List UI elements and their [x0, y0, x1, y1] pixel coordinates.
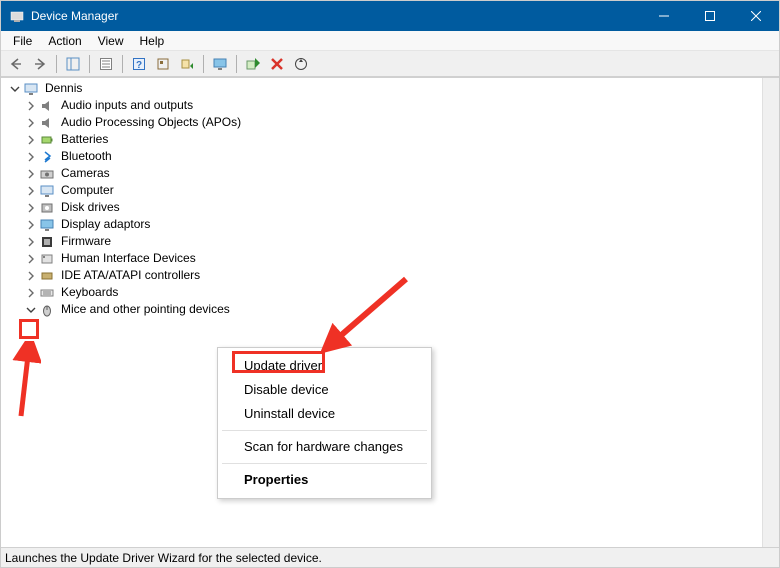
battery-icon	[39, 132, 55, 148]
device-manager-icon	[9, 8, 25, 24]
menubar: File Action View Help	[1, 31, 779, 51]
properties-button[interactable]	[95, 53, 117, 75]
uninstall-device-button[interactable]	[266, 53, 288, 75]
chevron-right-icon[interactable]	[23, 251, 39, 267]
tree-category-label: Display adaptors	[59, 216, 152, 233]
tree-category-label: Audio inputs and outputs	[59, 97, 195, 114]
status-bar: Launches the Update Driver Wizard for th…	[1, 547, 779, 567]
nav-forward-button[interactable]	[29, 53, 51, 75]
tree-category-label: Audio Processing Objects (APOs)	[59, 114, 243, 131]
computer-icon	[23, 81, 39, 97]
tree-category-9[interactable]: Human Interface Devices	[5, 250, 779, 267]
chevron-right-icon[interactable]	[23, 285, 39, 301]
chevron-right-icon[interactable]	[23, 166, 39, 182]
window-title: Device Manager	[31, 9, 118, 23]
maximize-button[interactable]	[687, 1, 733, 31]
tree-category-10[interactable]: IDE ATA/ATAPI controllers	[5, 267, 779, 284]
menu-action[interactable]: Action	[40, 32, 89, 50]
display-icon	[39, 217, 55, 233]
minimize-button[interactable]	[641, 1, 687, 31]
show-hide-console-tree-button[interactable]	[62, 53, 84, 75]
svg-text:?: ?	[136, 60, 142, 71]
tree-category-label: Human Interface Devices	[59, 250, 198, 267]
camera-icon	[39, 166, 55, 182]
mouse-icon	[39, 302, 55, 318]
tree-category-7[interactable]: Display adaptors	[5, 216, 779, 233]
ctx-update-driver[interactable]: Update driver	[220, 354, 429, 378]
ctx-uninstall-device[interactable]: Uninstall device	[220, 402, 429, 426]
ctx-separator-1	[222, 430, 427, 431]
disk-icon	[39, 200, 55, 216]
computer-icon	[39, 183, 55, 199]
tree-category-2[interactable]: Batteries	[5, 131, 779, 148]
tree-category-11[interactable]: Keyboards	[5, 284, 779, 301]
help-button[interactable]: ?	[128, 53, 150, 75]
chevron-right-icon[interactable]	[23, 183, 39, 199]
tree-category-6[interactable]: Disk drives	[5, 199, 779, 216]
tree-category-label: Firmware	[59, 233, 113, 250]
tree-root-label: Dennis	[43, 80, 84, 97]
audio-icon	[39, 115, 55, 131]
keyboard-icon	[39, 285, 55, 301]
tree-category-label: Bluetooth	[59, 148, 114, 165]
bluetooth-icon	[39, 149, 55, 165]
nav-back-button[interactable]	[5, 53, 27, 75]
tree-category-label: Computer	[59, 182, 116, 199]
chevron-right-icon[interactable]	[23, 268, 39, 284]
device-tree[interactable]: DennisAudio inputs and outputsAudio Proc…	[1, 78, 779, 320]
enable-device-button[interactable]	[242, 53, 264, 75]
ctx-separator-2	[222, 463, 427, 464]
tree-category-12[interactable]: Mice and other pointing devices	[5, 301, 779, 318]
tree-category-5[interactable]: Computer	[5, 182, 779, 199]
firmware-icon	[39, 234, 55, 250]
tree-category-label: Keyboards	[59, 284, 120, 301]
chevron-down-icon[interactable]	[23, 302, 39, 318]
titlebar: Device Manager	[1, 1, 779, 31]
chevron-right-icon[interactable]	[23, 115, 39, 131]
tree-category-1[interactable]: Audio Processing Objects (APOs)	[5, 114, 779, 131]
scan-hardware-button[interactable]	[290, 53, 312, 75]
update-driver-button[interactable]	[176, 53, 198, 75]
tree-category-label: Mice and other pointing devices	[59, 301, 232, 318]
ide-icon	[39, 268, 55, 284]
tree-root-node[interactable]: Dennis	[5, 80, 779, 97]
chevron-right-icon[interactable]	[23, 132, 39, 148]
chevron-right-icon[interactable]	[23, 149, 39, 165]
audio-icon	[39, 98, 55, 114]
chevron-down-icon[interactable]	[7, 81, 23, 97]
toolbar: ?	[1, 51, 779, 77]
chevron-right-icon[interactable]	[23, 200, 39, 216]
tree-category-label: Cameras	[59, 165, 112, 182]
ctx-properties[interactable]: Properties	[220, 468, 429, 492]
menu-help[interactable]: Help	[132, 32, 173, 50]
close-button[interactable]	[733, 1, 779, 31]
chevron-right-icon[interactable]	[23, 217, 39, 233]
tree-category-4[interactable]: Cameras	[5, 165, 779, 182]
menu-file[interactable]: File	[5, 32, 40, 50]
monitor-action-button[interactable]	[209, 53, 231, 75]
tree-category-label: Disk drives	[59, 199, 122, 216]
action-1-button[interactable]	[152, 53, 174, 75]
tree-category-label: Batteries	[59, 131, 110, 148]
hid-icon	[39, 251, 55, 267]
tree-category-3[interactable]: Bluetooth	[5, 148, 779, 165]
ctx-scan-hardware[interactable]: Scan for hardware changes	[220, 435, 429, 459]
chevron-right-icon[interactable]	[23, 98, 39, 114]
context-menu: Update driver Disable device Uninstall d…	[217, 347, 432, 499]
menu-view[interactable]: View	[90, 32, 132, 50]
tree-category-label: IDE ATA/ATAPI controllers	[59, 267, 202, 284]
tree-category-0[interactable]: Audio inputs and outputs	[5, 97, 779, 114]
ctx-disable-device[interactable]: Disable device	[220, 378, 429, 402]
chevron-right-icon[interactable]	[23, 234, 39, 250]
tree-category-8[interactable]: Firmware	[5, 233, 779, 250]
